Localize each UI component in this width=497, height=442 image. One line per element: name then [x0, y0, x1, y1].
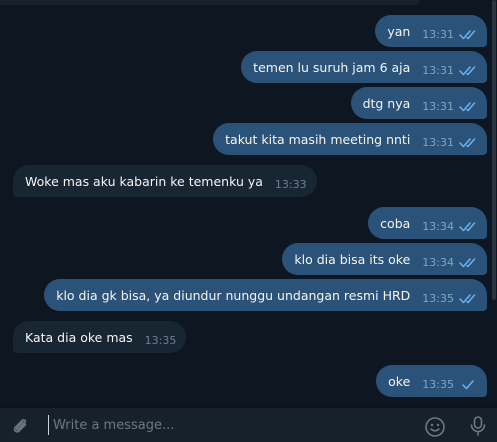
message-text: klo dia gk bisa, ya diundur nunggu undan… — [56, 287, 411, 303]
message-text: Woke mas aku kabarin ke temenku ya — [25, 173, 263, 189]
single-check-icon — [462, 379, 474, 389]
message-outgoing[interactable]: temen lu suruh jam 6 aja 13:31 — [241, 51, 487, 83]
microphone-icon[interactable] — [468, 415, 488, 437]
message-incoming[interactable]: Kata dia oke mas 13:35 — [13, 321, 187, 353]
message-outgoing[interactable]: klo dia gk bisa, ya diundur nunggu undan… — [44, 279, 487, 311]
emoji-icon[interactable] — [424, 416, 446, 438]
scrollbar-thumb[interactable] — [492, 0, 496, 300]
message-time: 13:33 — [274, 177, 307, 191]
message-time: 13:31 — [422, 99, 454, 113]
message-outgoing[interactable]: coba 13:34 — [368, 207, 487, 239]
message-text: temen lu suruh jam 6 aja — [253, 59, 411, 75]
message-outgoing[interactable]: klo dia bisa its oke 13:34 — [282, 243, 487, 275]
message-time: 13:31 — [422, 27, 454, 41]
message-text: coba — [380, 215, 411, 231]
double-check-icon — [459, 101, 476, 111]
double-check-icon — [459, 29, 476, 39]
message-input[interactable] — [48, 415, 403, 435]
message-time: 13:35 — [422, 291, 454, 305]
message-text: takut kita masih meeting nnti — [225, 131, 411, 147]
paperclip-icon[interactable] — [10, 416, 30, 436]
message-outgoing[interactable]: dtg nya 13:31 — [350, 87, 487, 119]
message-time: 13:31 — [422, 135, 454, 149]
double-check-icon — [459, 221, 476, 231]
double-check-icon — [459, 293, 476, 303]
message-time: 13:34 — [422, 219, 454, 233]
message-list[interactable]: yan 13:31 temen lu suruh jam 6 aja 13:31… — [0, 0, 497, 408]
message-text: Kata dia oke mas — [25, 329, 133, 345]
double-check-icon — [459, 257, 476, 267]
double-check-icon — [459, 65, 476, 75]
message-composer — [0, 407, 497, 442]
message-outgoing[interactable]: oke 13:35 — [376, 365, 487, 397]
double-check-icon — [459, 137, 476, 147]
message-incoming[interactable]: Woke mas aku kabarin ke temenku ya 13:33 — [13, 165, 317, 197]
message-outgoing[interactable]: yan 13:31 — [375, 15, 487, 47]
message-time: 13:35 — [422, 377, 454, 391]
message-outgoing[interactable]: takut kita masih meeting nnti 13:31 — [213, 123, 487, 155]
message-text: oke — [388, 373, 411, 389]
message-text: yan — [387, 23, 411, 39]
message-text: dtg nya — [362, 95, 411, 111]
scrollbar[interactable] — [491, 0, 497, 408]
message-time: 13:34 — [422, 255, 454, 269]
message-text: klo dia bisa its oke — [294, 251, 411, 267]
message-time: 13:35 — [144, 333, 177, 347]
message-time: 13:31 — [422, 63, 454, 77]
